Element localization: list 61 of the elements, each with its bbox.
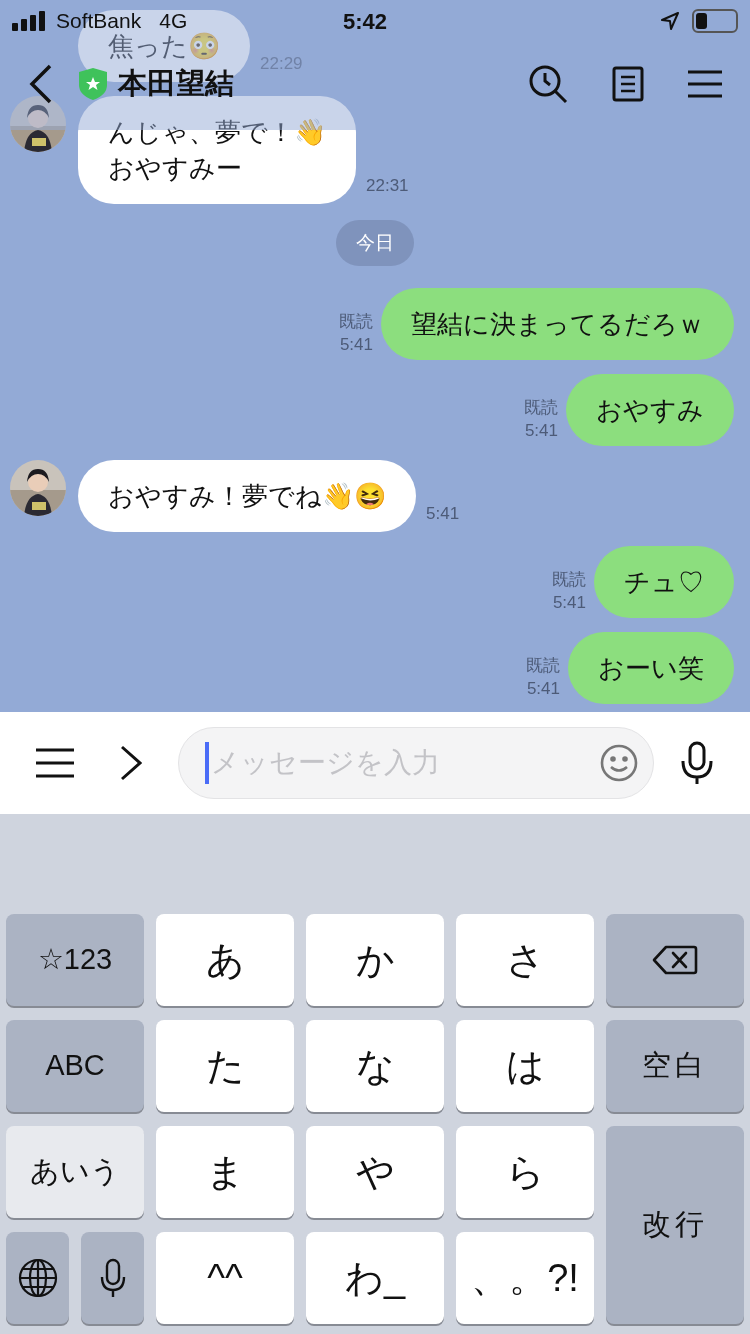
message-time: 5:41 — [426, 502, 460, 525]
key[interactable]: あ — [156, 914, 294, 1006]
key[interactable]: な — [306, 1020, 444, 1112]
read-receipt: 既読 — [552, 569, 586, 591]
expand-button[interactable] — [120, 745, 142, 781]
message-time: 22:31 — [366, 174, 409, 197]
back-icon — [28, 64, 52, 104]
return-key[interactable]: 改行 — [606, 1126, 744, 1324]
key[interactable]: ^^ — [156, 1232, 294, 1324]
globe-icon — [17, 1258, 58, 1298]
message-time: 5:41 — [552, 592, 586, 614]
menu-icon — [36, 747, 74, 779]
key[interactable]: か — [306, 914, 444, 1006]
key[interactable]: ま — [156, 1126, 294, 1218]
key[interactable]: わ_ — [306, 1232, 444, 1324]
message-time: 5:41 — [524, 420, 558, 442]
message-time: 5:41 — [339, 334, 373, 356]
menu-button[interactable] — [688, 70, 722, 98]
clock: 5:42 — [341, 7, 388, 36]
read-receipt: 既読 — [524, 397, 558, 419]
notes-button[interactable] — [612, 66, 644, 102]
mode-key[interactable]: ☆123 — [6, 914, 144, 1006]
microphone-icon — [99, 1258, 126, 1298]
key[interactable]: さ — [456, 914, 594, 1006]
microphone-icon — [680, 741, 714, 785]
notes-icon — [612, 66, 644, 102]
message-bubble: おーい笑 — [568, 632, 734, 704]
back-button[interactable] — [28, 64, 52, 104]
voice-button[interactable] — [680, 741, 714, 785]
message-bubble: おやすみ！夢でね👋😆 — [78, 460, 416, 532]
key[interactable]: た — [156, 1020, 294, 1112]
search-history-icon — [528, 64, 568, 104]
carrier-name: SoftBank — [56, 8, 142, 34]
key[interactable]: や — [306, 1126, 444, 1218]
key[interactable]: は — [456, 1020, 594, 1112]
read-receipt: 既読 — [339, 311, 373, 333]
mode-key[interactable]: ABC — [6, 1020, 144, 1112]
battery-icon — [692, 9, 738, 33]
network-type: 4G — [159, 8, 188, 35]
read-receipt: 既読 — [526, 655, 560, 677]
key[interactable]: 、。?! — [456, 1232, 594, 1324]
message-bubble: んじゃ、夢で！👋 おやすみー — [78, 96, 356, 204]
backspace-icon — [652, 945, 698, 975]
key[interactable]: ら — [456, 1126, 594, 1218]
backspace-key[interactable] — [606, 914, 744, 1006]
message-bubble: 望結に決まってるだろｗ — [381, 288, 734, 360]
mode-key[interactable]: あいう — [6, 1126, 144, 1218]
dictation-key[interactable] — [81, 1232, 144, 1324]
menu-button[interactable] — [36, 747, 74, 779]
location-icon — [660, 11, 680, 31]
emoji-icon — [599, 743, 639, 783]
signal-icon — [12, 11, 48, 31]
chevron-right-icon — [120, 745, 142, 781]
space-key[interactable]: 空白 — [606, 1020, 744, 1112]
date-chip: 今日 — [336, 220, 414, 266]
search-button[interactable] — [528, 64, 568, 104]
menu-icon — [688, 70, 722, 98]
message-bubble: おやすみ — [566, 374, 734, 446]
globe-key[interactable] — [6, 1232, 69, 1324]
message-bubble: チュ♡ — [594, 546, 734, 618]
message-time: 5:41 — [526, 678, 560, 700]
